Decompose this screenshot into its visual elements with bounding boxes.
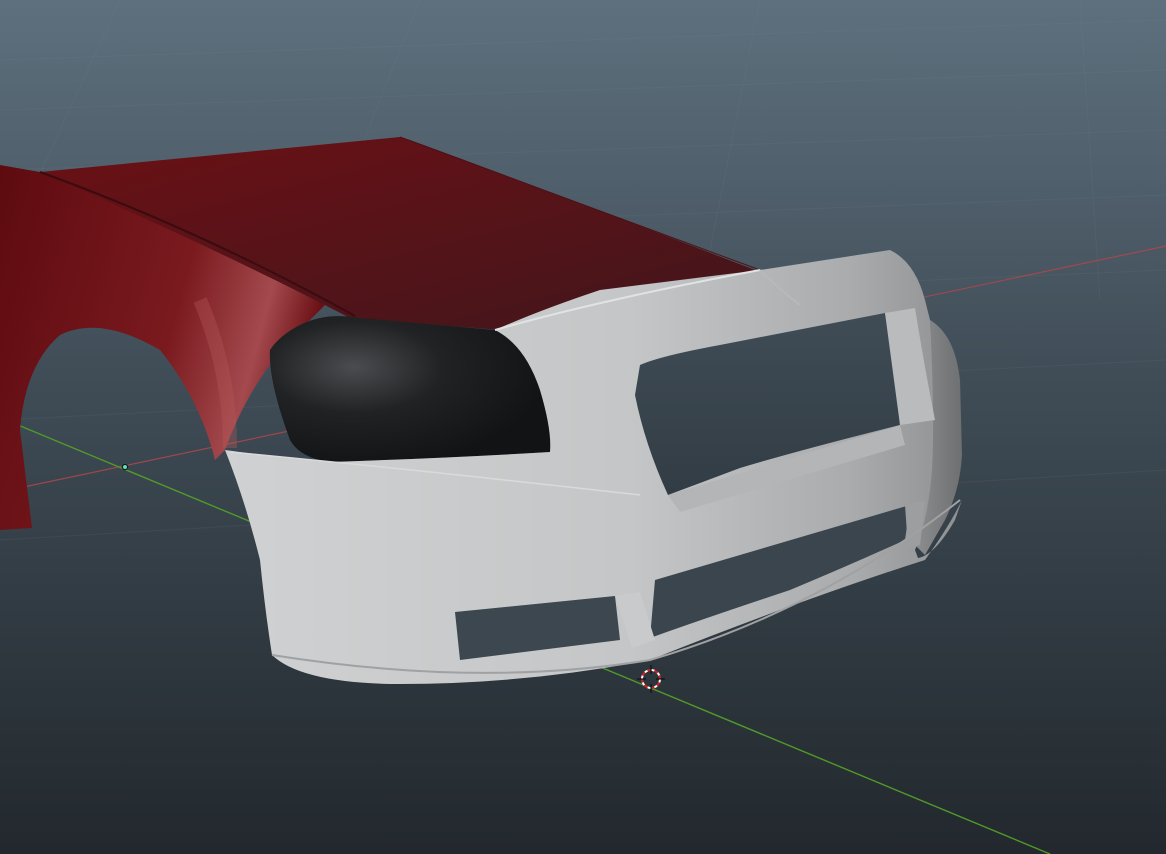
object-origin-icon[interactable] bbox=[121, 463, 129, 471]
viewport-scene[interactable] bbox=[0, 0, 1166, 854]
3d-viewport[interactable] bbox=[0, 0, 1166, 854]
